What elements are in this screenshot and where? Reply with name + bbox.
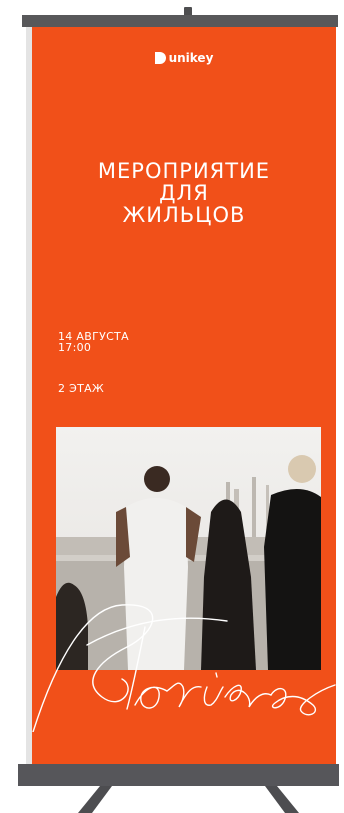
stories-script-word (32, 604, 336, 732)
stand-left-foot (78, 786, 112, 813)
event-location: 2 ЭТАЖ (58, 382, 105, 395)
stand-base (18, 764, 339, 786)
title-line: ЖИЛЬЦОВ (122, 203, 246, 227)
stand-right-foot (265, 786, 299, 813)
event-title: МЕРОПРИЯТИЕ ДЛЯ ЖИЛЬЦОВ (32, 160, 336, 226)
stand-top-bar (22, 15, 338, 27)
roll-up-banner: unikey МЕРОПРИЯТИЕ ДЛЯ ЖИЛЬЦОВ 14 АВГУСТ… (32, 27, 336, 764)
event-time: 17:00 (58, 341, 92, 354)
brand-logo: unikey (32, 51, 336, 65)
title-line: ДЛЯ (159, 181, 209, 205)
logo-mark-icon (154, 52, 166, 64)
event-datetime: 14 АВГУСТА 17:00 (58, 331, 129, 353)
title-line: МЕРОПРИЯТИЕ (97, 159, 271, 183)
logo-text: unikey (168, 51, 214, 65)
